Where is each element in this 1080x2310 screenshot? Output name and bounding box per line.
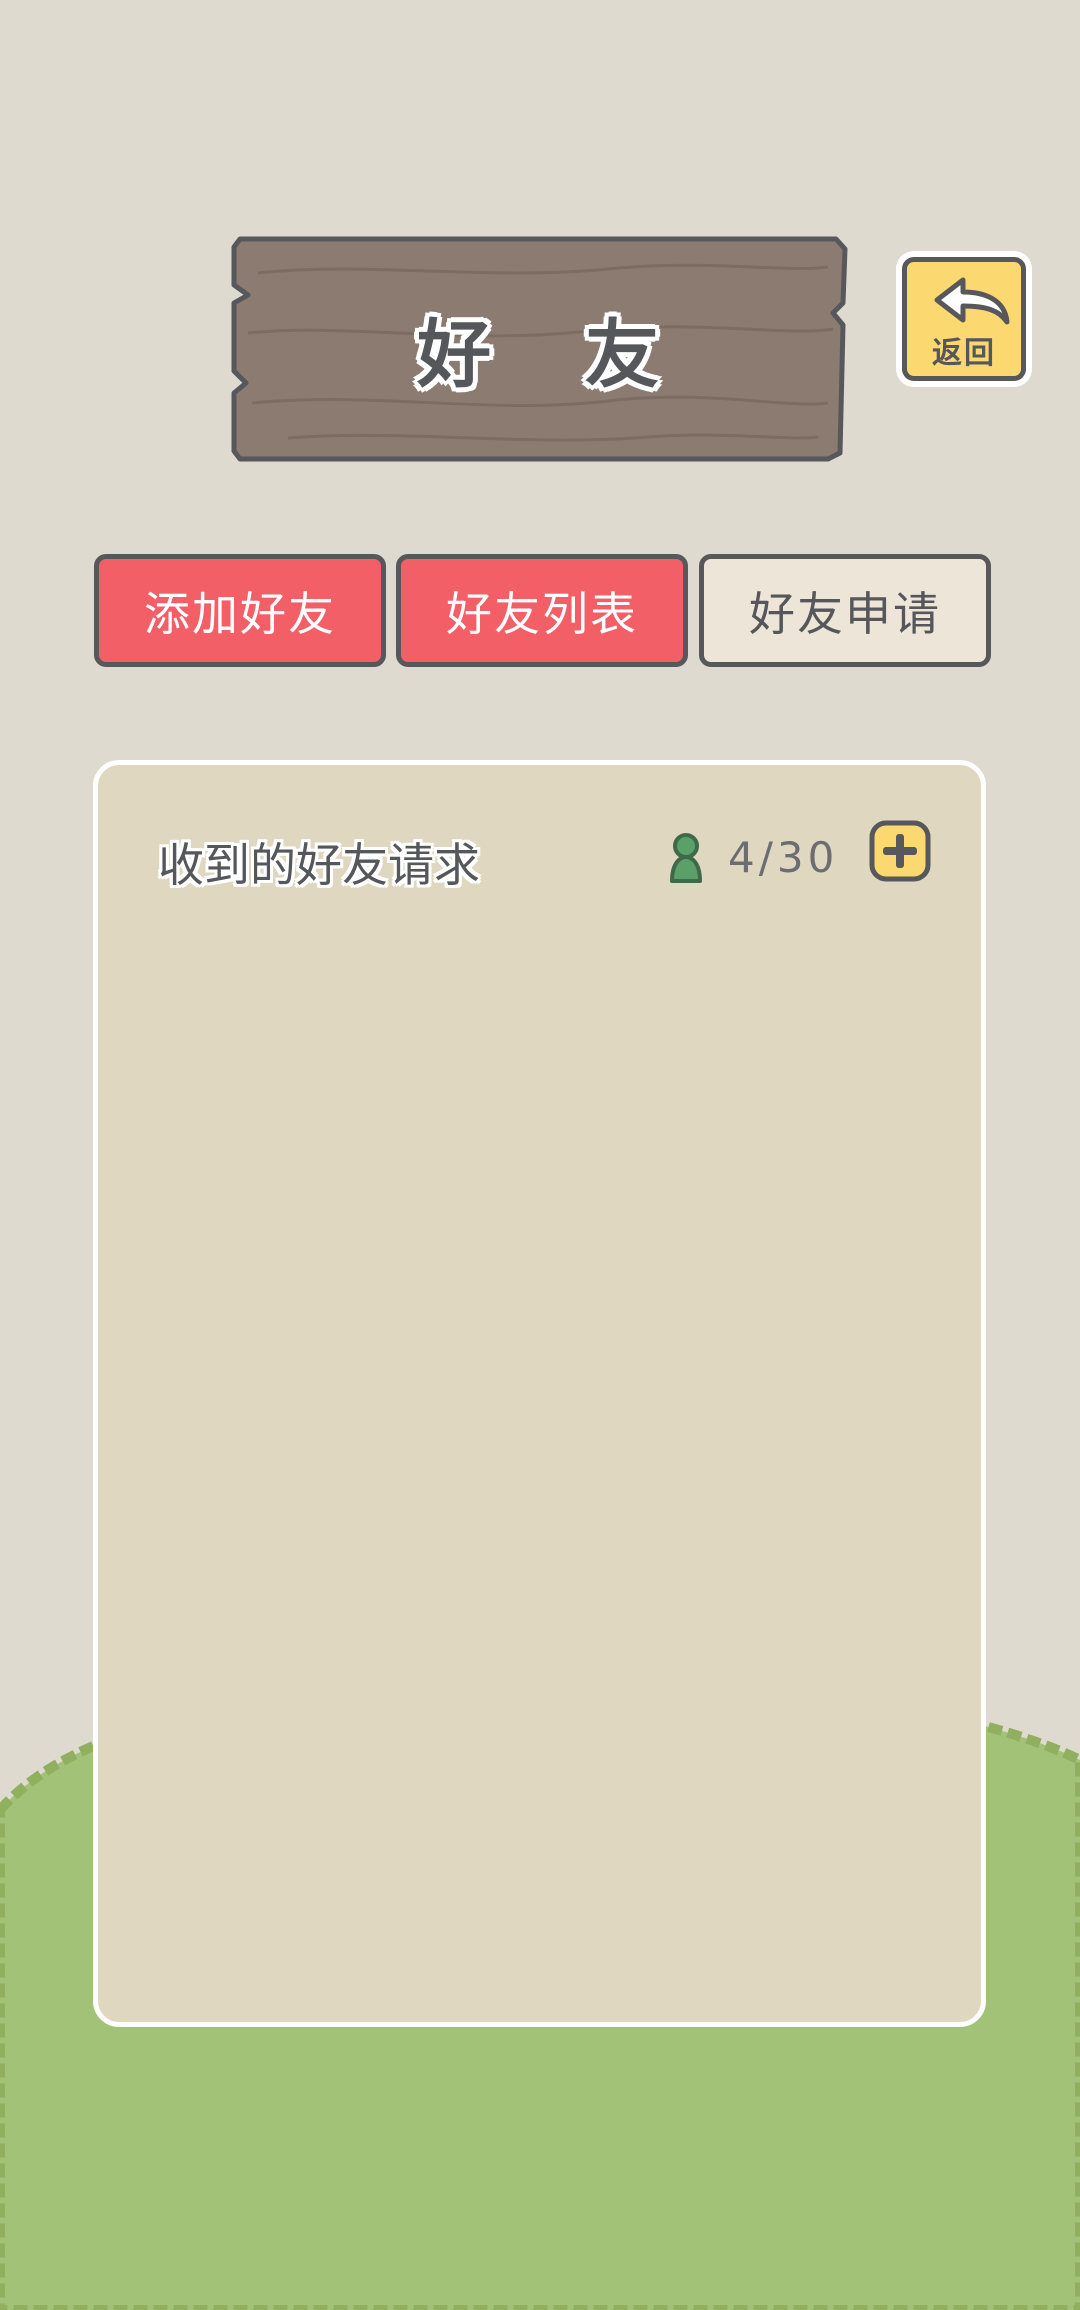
tab-friend-requests[interactable]: 好友申请 — [699, 554, 991, 667]
page-title: 好 友 — [417, 311, 693, 398]
request-count: 4/30 — [728, 833, 839, 882]
plus-icon[interactable] — [869, 820, 931, 882]
friend-requests-panel: 收到的好友请求 4/30 — [93, 760, 986, 2027]
person-icon — [670, 833, 702, 883]
back-button-face[interactable]: 返回 — [902, 257, 1026, 381]
panel-title: 收到的好友请求 — [158, 838, 480, 892]
back-arrow-icon — [934, 277, 1010, 325]
tab-add-friend[interactable]: 添加好友 — [94, 554, 386, 667]
back-button-label: 返回 — [932, 336, 996, 371]
back-button[interactable]: 返回 — [896, 251, 1032, 387]
tab-friend-list[interactable]: 好友列表 — [396, 554, 688, 667]
